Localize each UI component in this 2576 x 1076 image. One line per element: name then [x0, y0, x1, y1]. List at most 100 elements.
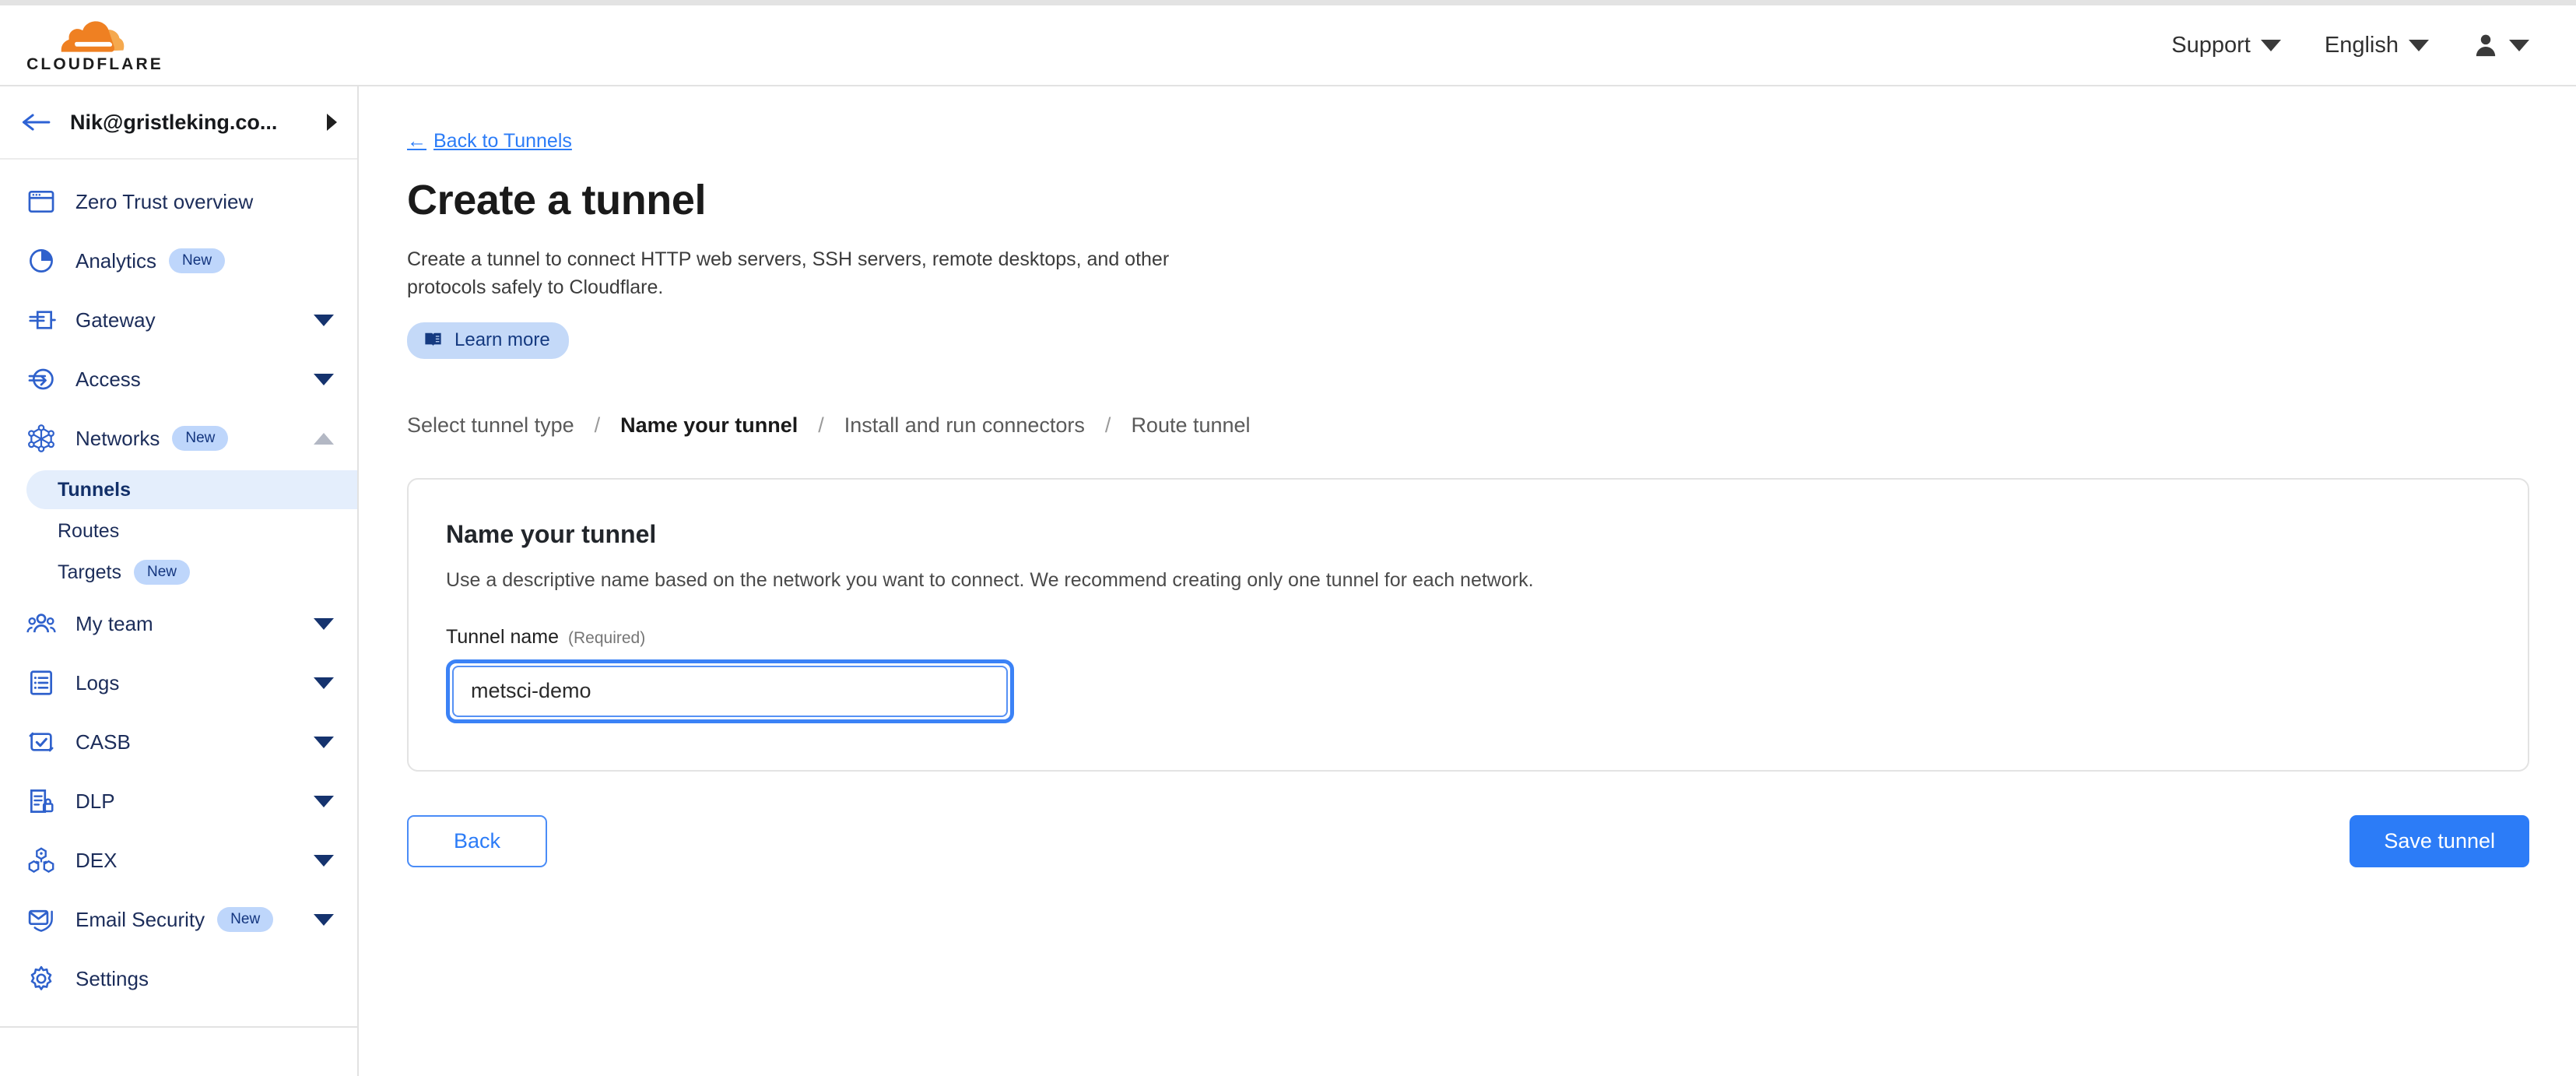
sidebar-item-label: Zero Trust overview: [75, 190, 253, 214]
back-link-label: Back to Tunnels: [433, 130, 572, 153]
sidebar-item-label: Gateway: [75, 308, 156, 332]
chevron-down-icon: [2261, 40, 2281, 51]
sidebar-subitem-label: Routes: [58, 520, 119, 543]
cloudflare-logo[interactable]: CLOUDFLARE: [17, 18, 173, 72]
language-label: English: [2325, 5, 2399, 86]
chevron-up-icon: [314, 433, 334, 445]
sidebar-divider: [0, 1026, 357, 1028]
step-separator: /: [798, 413, 844, 438]
sidebar-item-casb[interactable]: CASB: [0, 712, 357, 772]
logs-icon: [26, 668, 56, 698]
chevron-down-icon: [2409, 40, 2429, 51]
sidebar-item-label: Logs: [75, 671, 119, 695]
sidebar-item-label: CASB: [75, 730, 131, 754]
chevron-down-icon: [314, 855, 334, 867]
step-route-tunnel[interactable]: Route tunnel: [1131, 413, 1250, 438]
learn-more-button[interactable]: Learn more: [407, 322, 569, 359]
cloudflare-cloud-icon: [49, 18, 141, 54]
tunnel-name-input[interactable]: [452, 666, 1008, 717]
tunnel-name-label-row: Tunnel name (Required): [446, 626, 2490, 649]
chevron-right-icon: [327, 114, 337, 131]
sidebar-item-label: Analytics: [75, 249, 156, 273]
app-root: CLOUDFLARE Support English: [0, 0, 2576, 1076]
sidebar-item-my-team[interactable]: My team: [0, 594, 357, 653]
sidebar-subitem-label: Targets: [58, 561, 121, 584]
window-icon: [26, 187, 56, 216]
access-icon: [26, 364, 56, 394]
page-title: Create a tunnel: [407, 176, 2529, 224]
brand-wordmark: CLOUDFLARE: [26, 56, 163, 72]
status-badge: New: [134, 560, 190, 585]
sidebar-item-label: Email Security: [75, 908, 205, 932]
sidebar-item-dex[interactable]: DEX: [0, 831, 357, 890]
team-icon: [26, 609, 56, 638]
tunnel-name-label: Tunnel name: [446, 626, 559, 649]
back-button[interactable]: Back: [407, 815, 547, 867]
card-description: Use a descriptive name based on the netw…: [446, 569, 2490, 592]
pie-chart-icon: [26, 246, 56, 276]
chevron-down-icon: [314, 737, 334, 748]
name-tunnel-card: Name your tunnel Use a descriptive name …: [407, 478, 2529, 772]
step-breadcrumb: Select tunnel type / Name your tunnel / …: [407, 413, 2529, 438]
sidebar-item-networks[interactable]: Networks New: [0, 409, 357, 468]
sidebar-item-tunnels[interactable]: Tunnels: [26, 470, 357, 509]
form-actions: Back Save tunnel: [407, 815, 2529, 867]
gear-icon: [26, 964, 56, 993]
sidebar-item-gateway[interactable]: Gateway: [0, 290, 357, 350]
support-menu[interactable]: Support: [2150, 5, 2303, 85]
app-header: CLOUDFLARE Support English: [0, 5, 2576, 86]
back-to-tunnels-link[interactable]: ← Back to Tunnels: [407, 130, 572, 153]
sidebar-item-email-security[interactable]: Email Security New: [0, 890, 357, 949]
learn-more-label: Learn more: [454, 329, 550, 351]
user-avatar-icon: [2472, 32, 2499, 58]
sidebar-item-label: Settings: [75, 967, 149, 991]
left-arrow-icon: ←: [407, 130, 426, 153]
chevron-down-icon: [2509, 40, 2529, 51]
dex-icon: [26, 846, 56, 875]
sidebar: Nik@gristleking.co... Zero Trust overvie…: [0, 86, 359, 1076]
step-select-tunnel-type[interactable]: Select tunnel type: [407, 413, 574, 438]
sidebar-item-label: Access: [75, 367, 141, 392]
status-badge: New: [217, 907, 273, 932]
sidebar-item-targets[interactable]: Targets New: [26, 553, 357, 592]
sidebar-item-label: DEX: [75, 849, 117, 873]
sidebar-item-label: DLP: [75, 789, 115, 814]
sidebar-item-zero-trust-overview[interactable]: Zero Trust overview: [0, 172, 357, 231]
networks-icon: [26, 424, 56, 453]
book-icon: [423, 329, 444, 350]
sidebar-item-access[interactable]: Access: [0, 350, 357, 409]
sidebar-nav: Zero Trust overview Analytics New Gatewa…: [0, 160, 357, 1008]
chevron-down-icon: [314, 374, 334, 385]
user-menu[interactable]: [2451, 5, 2551, 85]
language-menu[interactable]: English: [2303, 5, 2451, 85]
back-arrow-icon[interactable]: [20, 112, 51, 132]
step-install-and-run-connectors[interactable]: Install and run connectors: [844, 413, 1085, 438]
sidebar-item-routes[interactable]: Routes: [26, 512, 357, 550]
email-shield-icon: [26, 905, 56, 934]
card-title: Name your tunnel: [446, 520, 2490, 549]
status-badge: New: [169, 248, 225, 273]
header-actions: Support English: [2150, 5, 2576, 85]
step-name-your-tunnel: Name your tunnel: [620, 413, 798, 438]
sidebar-item-label: My team: [75, 612, 153, 636]
sidebar-item-label: Networks: [75, 427, 160, 451]
gateway-icon: [26, 305, 56, 335]
support-label: Support: [2171, 5, 2251, 86]
sidebar-item-analytics[interactable]: Analytics New: [0, 231, 357, 290]
status-badge: New: [172, 426, 228, 451]
chevron-down-icon: [314, 796, 334, 807]
tunnel-name-focus-ring: [446, 659, 1014, 723]
chevron-down-icon: [314, 914, 334, 926]
page-description: Create a tunnel to connect HTTP web serv…: [407, 245, 1209, 302]
step-separator: /: [574, 413, 621, 438]
save-tunnel-button[interactable]: Save tunnel: [2350, 815, 2529, 867]
casb-icon: [26, 727, 56, 757]
sidebar-item-logs[interactable]: Logs: [0, 653, 357, 712]
account-switcher[interactable]: Nik@gristleking.co...: [0, 86, 357, 160]
chevron-down-icon: [314, 618, 334, 630]
sidebar-item-dlp[interactable]: DLP: [0, 772, 357, 831]
chevron-down-icon: [314, 315, 334, 326]
dlp-icon: [26, 786, 56, 816]
sidebar-item-settings[interactable]: Settings: [0, 949, 357, 1008]
main-content: ← Back to Tunnels Create a tunnel Create…: [360, 86, 2576, 1076]
